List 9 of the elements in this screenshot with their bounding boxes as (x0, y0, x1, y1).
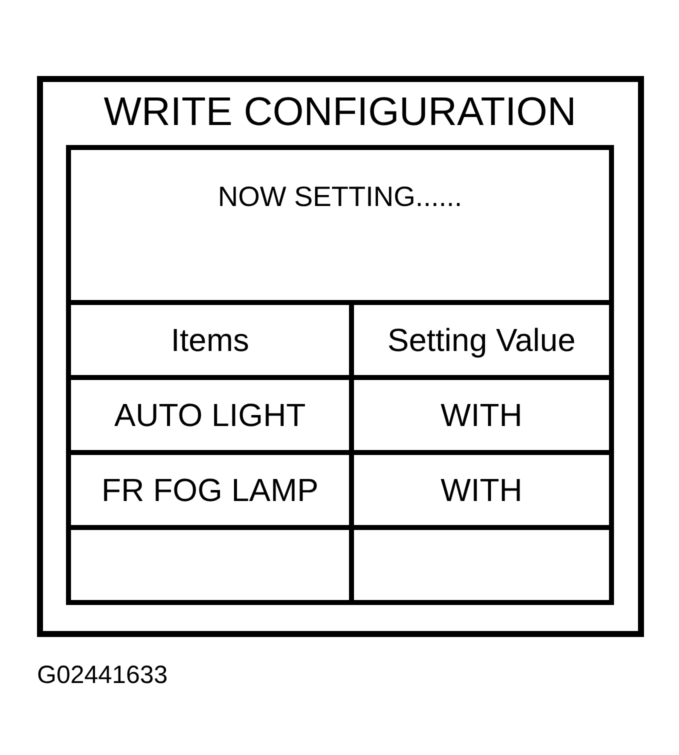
table-cell-text: WITH (440, 470, 524, 510)
column-header: Items (71, 305, 354, 375)
table-cell-text: WITH (440, 396, 524, 434)
panel-title: WRITE CONFIGURATION (104, 89, 576, 135)
status-message: NOW SETTING...... (218, 181, 462, 213)
table-cell: FR FOG LAMP (71, 455, 354, 525)
column-header: Setting Value (386, 320, 576, 360)
table-cell: AUTO LIGHT (71, 380, 354, 450)
figure-code: G02441633 (37, 661, 168, 689)
